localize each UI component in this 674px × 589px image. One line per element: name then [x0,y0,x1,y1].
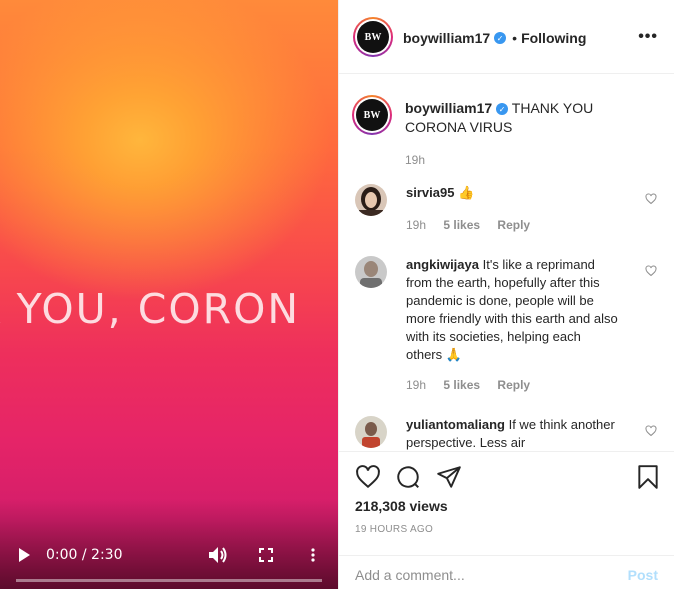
comment-input[interactable] [355,564,605,586]
verified-badge-icon: ✓ [494,32,507,44]
avatar-logo: BW [357,21,389,53]
comment-time[interactable]: 19h [406,378,426,392]
play-icon[interactable] [14,540,34,570]
comment-bubble-icon[interactable] [395,464,421,490]
share-paper-plane-icon[interactable] [436,464,462,490]
video-progress-bar[interactable] [16,579,322,582]
fullscreen-icon[interactable] [256,540,276,570]
caption-username[interactable]: boywilliam17 [405,100,492,116]
post-panel: BW boywilliam17 ✓ • Following ••• BW boy… [338,0,674,589]
following-button[interactable]: Following [521,30,586,46]
volume-icon[interactable] [206,540,230,570]
reply-button[interactable]: Reply [497,378,530,392]
commenter-avatar[interactable] [355,184,387,216]
comment-likes[interactable]: 5 likes [443,218,480,232]
view-count[interactable]: 218,308 views [355,498,448,514]
comment-username[interactable]: sirvia95 [406,185,454,200]
video-controls: 0:00 / 2:30 [0,540,338,570]
header-separator: • [512,30,518,46]
comments-list: BW boywilliam17 ✓ THANK YOU CORONA VIRUS … [339,75,674,450]
comment-time[interactable]: 19h [406,218,426,232]
comment-username[interactable]: yuliantomaliang [406,417,505,432]
header-username[interactable]: boywilliam17 [403,30,490,46]
video-time: 0:00 / 2:30 [46,547,123,563]
comment-text: It's like a reprimand from the earth, ho… [406,257,618,362]
add-comment-bar: Post [339,555,674,589]
commenter-avatar[interactable] [355,256,387,288]
post-comment-button[interactable]: Post [628,567,658,583]
post-timestamp[interactable]: 19 HOURS AGO [355,524,433,535]
post-header: BW boywilliam17 ✓ • Following ••• [339,0,674,74]
like-heart-icon[interactable] [355,464,381,490]
comment-likes[interactable]: 5 likes [443,378,480,392]
header-avatar[interactable]: BW [353,17,393,57]
comment-text: 👍 [458,185,475,200]
post-actions: 218,308 views 19 HOURS AGO [339,451,674,551]
save-bookmark-icon[interactable] [635,464,661,490]
video-player[interactable]: NK YOU, CORON 0:00 / 2:30 [0,0,338,589]
more-options-icon[interactable] [305,540,321,570]
commenter-avatar[interactable] [355,416,387,448]
avatar-logo: BW [356,99,388,131]
verified-badge-icon: ✓ [496,103,509,116]
video-overlay-text: NK YOU, CORON [0,285,301,333]
reply-button[interactable]: Reply [497,218,530,232]
caption-avatar[interactable]: BW [352,95,392,135]
like-comment-icon[interactable] [645,264,659,278]
comment-username[interactable]: angkiwijaya [406,257,479,272]
post-options-icon[interactable]: ••• [638,28,658,46]
like-comment-icon[interactable] [645,424,659,438]
like-comment-icon[interactable] [645,192,659,206]
caption-time[interactable]: 19h [405,153,425,167]
